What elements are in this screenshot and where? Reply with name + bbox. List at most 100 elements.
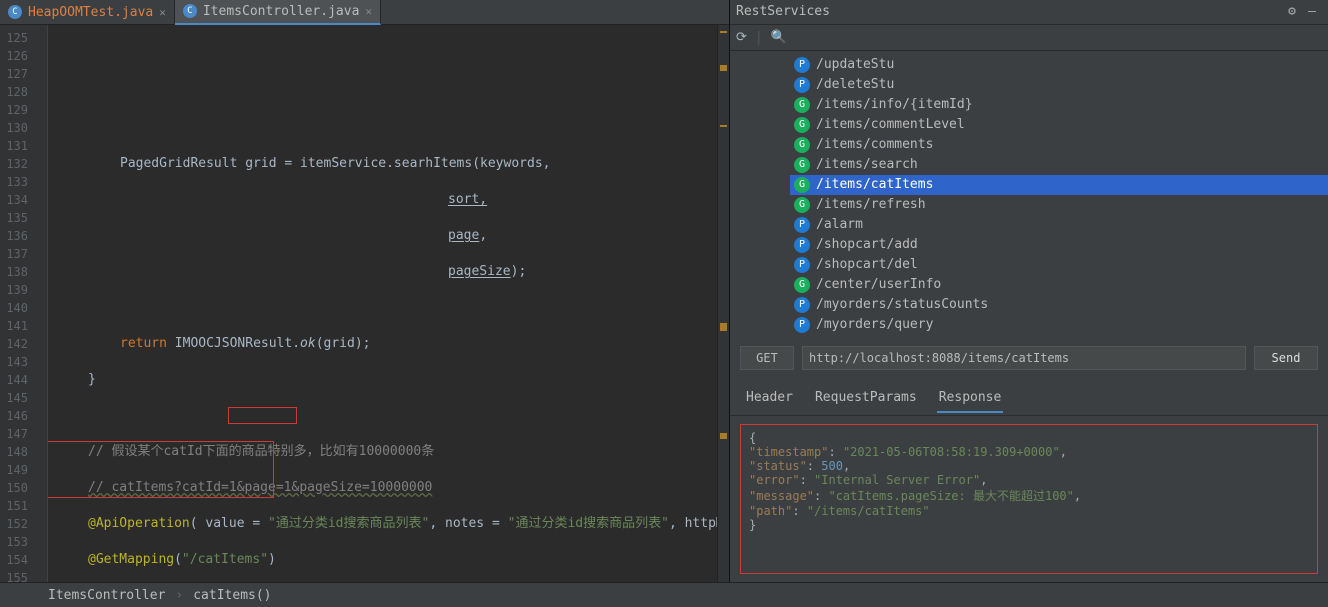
endpoint-item[interactable]: G/items/commentLevel bbox=[790, 115, 1328, 135]
response-tabs: Header RequestParams Response bbox=[730, 380, 1328, 416]
line-number: 126 bbox=[0, 47, 28, 65]
endpoint-path: /items/comments bbox=[816, 137, 933, 152]
search-icon[interactable]: 🔍 bbox=[771, 30, 787, 45]
panel-title: RestServices bbox=[736, 4, 830, 19]
endpoint-path: /items/search bbox=[816, 157, 918, 172]
endpoint-path: /items/refresh bbox=[816, 197, 926, 212]
get-method-icon: G bbox=[794, 277, 810, 293]
code-line: pageSize bbox=[448, 264, 511, 279]
refresh-icon[interactable]: ⟳ bbox=[736, 30, 747, 45]
endpoint-item[interactable]: P/myorders/query bbox=[790, 315, 1328, 334]
endpoint-path: /center/userInfo bbox=[816, 277, 941, 292]
java-file-icon: C bbox=[8, 5, 22, 19]
response-body[interactable]: { "timestamp": "2021-05-06T08:58:19.309+… bbox=[740, 424, 1318, 574]
endpoint-item[interactable]: P/updateStu bbox=[790, 55, 1328, 75]
endpoint-path: /deleteStu bbox=[816, 77, 894, 92]
minimap[interactable] bbox=[717, 25, 729, 582]
endpoint-item[interactable]: G/items/search bbox=[790, 155, 1328, 175]
endpoint-item[interactable]: G/center/userInfo bbox=[790, 275, 1328, 295]
line-number: 132 bbox=[0, 155, 28, 173]
post-method-icon: P bbox=[794, 297, 810, 313]
tab-heapoom[interactable]: C HeapOOMTest.java ✕ bbox=[0, 0, 175, 25]
endpoint-path: /myorders/query bbox=[816, 317, 933, 332]
tab-label: HeapOOMTest.java bbox=[28, 5, 153, 20]
endpoint-item[interactable]: G/items/info/{itemId} bbox=[790, 95, 1328, 115]
tab-header[interactable]: Header bbox=[744, 386, 795, 413]
line-number: 147 bbox=[0, 425, 28, 443]
java-file-icon: C bbox=[183, 4, 197, 18]
endpoint-path: /items/commentLevel bbox=[816, 117, 965, 132]
line-number: 136 bbox=[0, 227, 28, 245]
chevron-right-icon: › bbox=[175, 588, 183, 603]
endpoint-path: /items/info/{itemId} bbox=[816, 97, 973, 112]
get-method-icon: G bbox=[794, 97, 810, 113]
fold-column bbox=[34, 25, 48, 582]
line-number: 151 bbox=[0, 497, 28, 515]
tab-response[interactable]: Response bbox=[937, 386, 1004, 413]
endpoint-item[interactable]: P/deleteStu bbox=[790, 75, 1328, 95]
line-number: 154 bbox=[0, 551, 28, 569]
line-number: 138 bbox=[0, 263, 28, 281]
line-number: 145 bbox=[0, 389, 28, 407]
line-number: 128 bbox=[0, 83, 28, 101]
get-method-icon: G bbox=[794, 117, 810, 133]
get-method-icon: G bbox=[794, 177, 810, 193]
post-method-icon: P bbox=[794, 237, 810, 253]
post-method-icon: P bbox=[794, 217, 810, 233]
line-number: 144 bbox=[0, 371, 28, 389]
endpoint-item[interactable]: G/items/catItems bbox=[790, 175, 1328, 195]
editor-tabs: C HeapOOMTest.java ✕ C ItemsController.j… bbox=[0, 0, 729, 25]
get-method-icon: G bbox=[794, 197, 810, 213]
tab-label: ItemsController.java bbox=[203, 4, 360, 19]
line-number: 150 bbox=[0, 479, 28, 497]
line-number: 146 bbox=[0, 407, 28, 425]
gear-icon[interactable]: ⚙ bbox=[1282, 2, 1302, 22]
breadcrumb-class[interactable]: ItemsController bbox=[48, 588, 165, 603]
post-method-icon: P bbox=[794, 57, 810, 73]
breadcrumb: ItemsController › catItems() bbox=[0, 582, 1328, 607]
endpoint-item[interactable]: P/myorders/statusCounts bbox=[790, 295, 1328, 315]
line-gutter: 1251261271281291301311321331341351361371… bbox=[0, 25, 34, 582]
close-icon[interactable]: ✕ bbox=[159, 6, 166, 19]
minimize-icon[interactable]: — bbox=[1302, 2, 1322, 22]
line-number: 139 bbox=[0, 281, 28, 299]
code-line: page bbox=[448, 228, 479, 243]
code-editor[interactable]: PagedGridResult grid = itemService.searh… bbox=[48, 25, 717, 582]
line-number: 142 bbox=[0, 335, 28, 353]
post-method-icon: P bbox=[794, 317, 810, 333]
endpoint-item[interactable]: G/items/comments bbox=[790, 135, 1328, 155]
get-method-icon: G bbox=[794, 137, 810, 153]
line-number: 152 bbox=[0, 515, 28, 533]
endpoint-item[interactable]: P/shopcart/del bbox=[790, 255, 1328, 275]
endpoint-path: /myorders/statusCounts bbox=[816, 297, 988, 312]
get-method-icon: G bbox=[794, 157, 810, 173]
breadcrumb-method[interactable]: catItems() bbox=[193, 588, 271, 603]
request-url-input[interactable] bbox=[802, 346, 1246, 370]
line-number: 133 bbox=[0, 173, 28, 191]
close-icon[interactable]: ✕ bbox=[365, 5, 372, 18]
send-button[interactable]: Send bbox=[1254, 346, 1318, 370]
tab-request-params[interactable]: RequestParams bbox=[813, 386, 919, 413]
post-method-icon: P bbox=[794, 77, 810, 93]
endpoint-path: /shopcart/del bbox=[816, 257, 918, 272]
line-number: 141 bbox=[0, 317, 28, 335]
endpoint-path: /shopcart/add bbox=[816, 237, 918, 252]
endpoint-path: /alarm bbox=[816, 217, 863, 232]
endpoint-item[interactable]: P/alarm bbox=[790, 215, 1328, 235]
line-number: 155 bbox=[0, 569, 28, 582]
line-number: 131 bbox=[0, 137, 28, 155]
line-number: 140 bbox=[0, 299, 28, 317]
code-line: sort, bbox=[448, 192, 487, 207]
line-number: 137 bbox=[0, 245, 28, 263]
tab-itemscontroller[interactable]: C ItemsController.java ✕ bbox=[175, 0, 381, 25]
endpoint-path: /updateStu bbox=[816, 57, 894, 72]
rest-services-panel: RestServices ⚙ — ⟳ | 🔍 P/updateStuP/dele… bbox=[730, 0, 1328, 582]
endpoint-item[interactable]: P/shopcart/add bbox=[790, 235, 1328, 255]
endpoint-item[interactable]: G/items/refresh bbox=[790, 195, 1328, 215]
code-line: PagedGridResult grid = itemService.searh… bbox=[120, 156, 550, 171]
line-number: 149 bbox=[0, 461, 28, 479]
http-method-select[interactable]: GET bbox=[740, 346, 794, 370]
line-number: 153 bbox=[0, 533, 28, 551]
endpoint-search-input[interactable] bbox=[795, 28, 1322, 46]
line-number: 143 bbox=[0, 353, 28, 371]
